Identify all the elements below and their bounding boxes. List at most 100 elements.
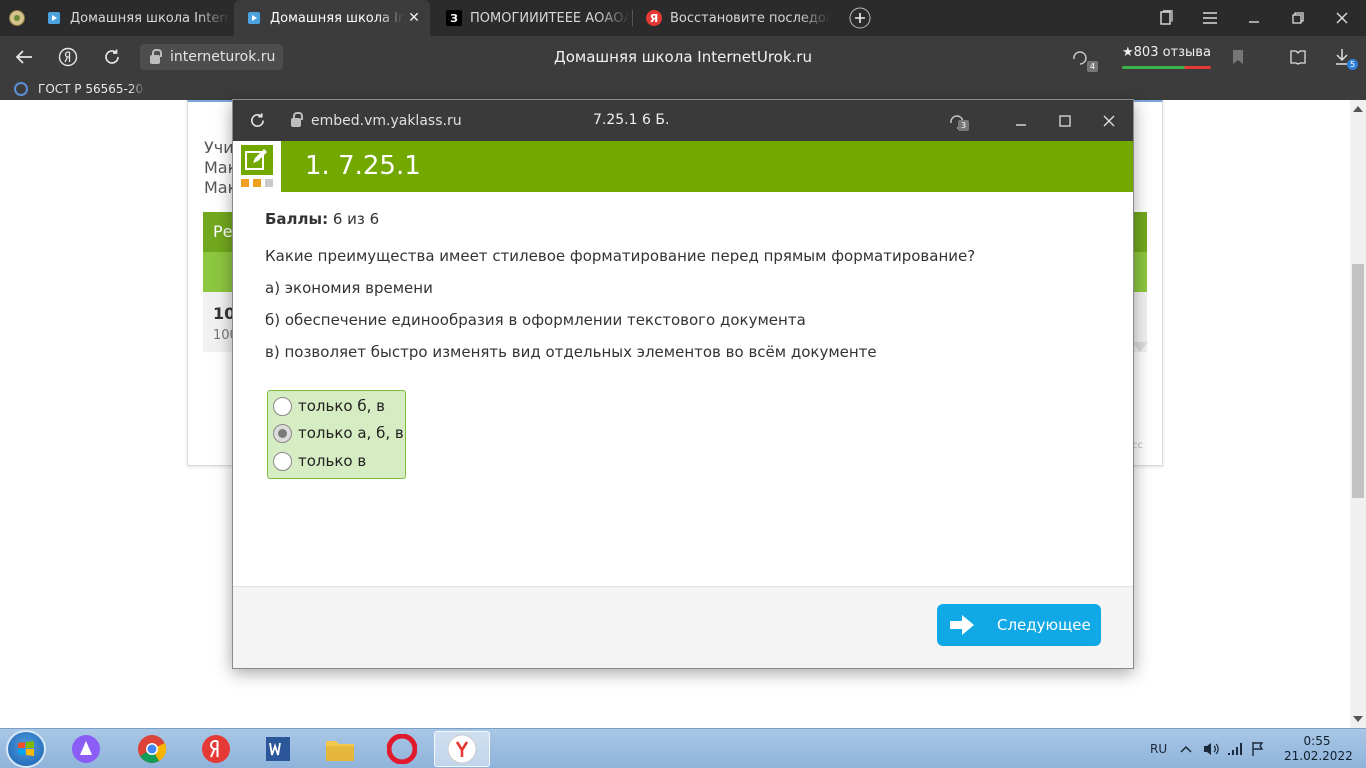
next-button-label: Следующее — [997, 616, 1091, 634]
page-scrollbar[interactable] — [1350, 100, 1366, 728]
option-text: в) позволяет быстро изменять вид отдельн… — [265, 343, 877, 361]
play-icon — [46, 10, 62, 26]
tab-interneturok-1[interactable]: Домашняя школа InternetUrok.ru — [34, 0, 230, 36]
browser-menu-icon[interactable] — [0, 0, 34, 36]
scroll-thumb[interactable] — [1352, 264, 1364, 498]
background-text: Учи — [204, 138, 234, 157]
minimize-window-icon[interactable] — [1234, 0, 1274, 36]
windows-taskbar: RU 0:55 21.02.2022 — [0, 728, 1366, 768]
score: Баллы: 6 из 6 — [265, 210, 379, 228]
scroll-down-icon[interactable] — [1353, 716, 1363, 722]
question-text: Какие преимущества имеет стилевое формат… — [265, 247, 976, 265]
bookmark-item-gost[interactable]: ГОСТ Р 56565-2015 — [14, 80, 146, 98]
clock[interactable]: 0:55 21.02.2022 — [1284, 734, 1353, 764]
reader-icon[interactable] — [1278, 36, 1318, 78]
radio-button-checked[interactable] — [273, 423, 292, 443]
pencil-icon — [241, 145, 273, 175]
back-arrow-icon[interactable] — [4, 36, 44, 78]
lock-icon — [150, 48, 162, 64]
word-app[interactable] — [250, 731, 306, 767]
opera-app[interactable] — [374, 731, 430, 767]
task-header: 1. 7.25.1 — [233, 141, 1133, 192]
tab-title: Домашняя школа InternetUrok.ru — [270, 10, 404, 26]
yandex-icon — [202, 735, 230, 763]
background-text: Ре — [213, 222, 233, 241]
bookmarks-bar: ГОСТ Р 56565-2015 — [0, 78, 1366, 100]
new-tab-icon[interactable] — [840, 0, 880, 36]
next-button[interactable]: Следующее — [937, 604, 1101, 646]
network-icon[interactable] — [1226, 729, 1244, 768]
collections-icon[interactable] — [1146, 0, 1186, 36]
reload-icon[interactable] — [92, 36, 132, 78]
hamburger-menu-icon[interactable] — [1190, 0, 1230, 36]
windows-logo-icon — [18, 741, 34, 756]
downloads-icon[interactable]: 5 — [1322, 36, 1362, 78]
address-bar: interneturok.ru Домашняя школа InternetU… — [0, 36, 1366, 78]
yandex-logo-icon[interactable] — [48, 36, 88, 78]
close-tab-icon[interactable]: ✕ — [404, 10, 424, 26]
chrome-app[interactable] — [124, 731, 180, 767]
alice-app[interactable] — [58, 731, 114, 767]
option-text: б) обеспечение единообразия в оформлении… — [265, 311, 806, 329]
reviews-button[interactable]: ★803 отзыва — [1118, 45, 1215, 69]
close-window-icon[interactable] — [1087, 100, 1131, 141]
alice-icon — [72, 735, 100, 763]
minimize-window-icon[interactable] — [999, 100, 1043, 141]
yaklass-popup-window: embed.vm.yaklass.ru 7.25.1 6 Б. 3 1. 7.2… — [232, 99, 1134, 669]
tab-title: Восстановите последовательность — [670, 10, 830, 26]
lock-icon — [291, 112, 303, 127]
play-icon — [246, 10, 262, 26]
tab-znanija[interactable]: З ПОМОГИИИТЕЕЕ АОАОАОАОА — [434, 0, 630, 36]
tab-interneturok-2[interactable]: Домашняя школа InternetUrok.ru ✕ — [234, 0, 430, 36]
page-title: Домашняя школа InternetUrok.ru — [554, 48, 812, 66]
chrome-icon — [138, 735, 167, 763]
yandex-browser-icon — [447, 734, 477, 764]
folder-icon — [326, 741, 354, 761]
answer-option[interactable]: только б, в — [273, 395, 385, 417]
url-text: interneturok.ru — [170, 49, 276, 65]
scroll-up-icon[interactable] — [1353, 106, 1363, 112]
tray-expand-icon[interactable] — [1180, 729, 1192, 768]
tab-title: Домашняя школа InternetUrok.ru — [70, 10, 230, 26]
extension-badge: 4 — [1087, 61, 1098, 72]
popup-url[interactable]: embed.vm.yaklass.ru — [285, 100, 462, 141]
radio-button[interactable] — [273, 396, 292, 416]
task-title: 1. 7.25.1 — [305, 151, 421, 181]
volume-icon[interactable] — [1202, 729, 1220, 768]
word-icon — [266, 737, 290, 761]
answer-option[interactable]: только в — [273, 450, 366, 472]
clock-date: 21.02.2022 — [1284, 749, 1353, 763]
bookmark-label: ГОСТ Р 56565-2015 — [38, 82, 146, 96]
arrow-right-icon — [950, 615, 974, 635]
yandex-app[interactable] — [188, 731, 244, 767]
answer-option-selected[interactable]: только а, б, в — [273, 422, 404, 444]
extension-icon[interactable]: 4 — [1060, 36, 1100, 78]
yandex-browser-app[interactable] — [434, 731, 490, 767]
restore-window-icon[interactable] — [1278, 0, 1318, 36]
downloads-badge: 5 — [1347, 59, 1358, 70]
popup-titlebar: embed.vm.yaklass.ru 7.25.1 6 Б. 3 — [233, 100, 1133, 141]
explorer-app[interactable] — [312, 731, 368, 767]
start-button[interactable] — [6, 730, 46, 768]
yandex-icon: Я — [646, 10, 662, 26]
answer-label: только в — [298, 452, 367, 470]
extension-icon[interactable]: 3 — [935, 100, 979, 141]
extension-badge: 3 — [958, 120, 969, 131]
tab-yandex[interactable]: Я Восстановите последовательность — [634, 0, 830, 36]
answer-label: только а, б, в — [298, 424, 404, 442]
url-field[interactable]: interneturok.ru — [140, 44, 284, 70]
option-text: а) экономия времени — [265, 279, 433, 297]
answer-label: только б, в — [298, 397, 385, 415]
maximize-window-icon[interactable] — [1043, 100, 1087, 141]
language-indicator[interactable]: RU — [1150, 729, 1167, 768]
score-value: 6 из 6 — [332, 210, 380, 228]
radio-button[interactable] — [273, 451, 292, 471]
close-window-icon[interactable] — [1322, 0, 1362, 36]
reload-icon[interactable] — [235, 100, 279, 141]
action-center-flag-icon[interactable] — [1250, 729, 1266, 768]
dropdown-arrow-icon — [1132, 342, 1148, 352]
bookmark-icon[interactable] — [1218, 36, 1258, 78]
answer-choices: только б, в только а, б, в только в — [267, 390, 406, 479]
popup-footer: Следующее — [233, 586, 1133, 668]
znanija-icon: З — [446, 10, 462, 26]
